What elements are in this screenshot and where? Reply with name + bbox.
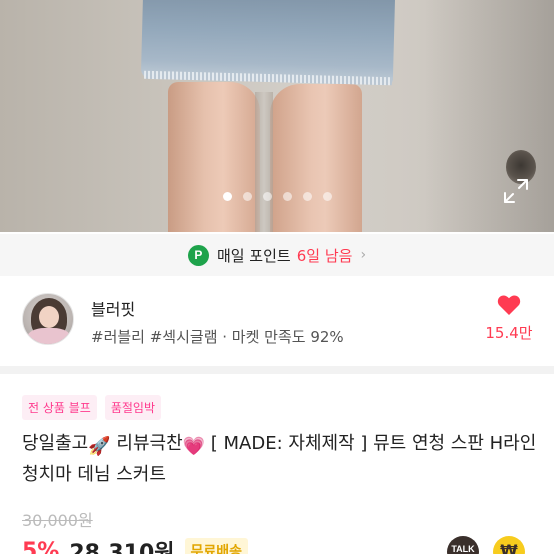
carousel-dot[interactable] [262,192,272,201]
title-text-1: 당일출고 [22,433,89,454]
discount-rate: 5% [22,538,60,554]
carousel-dot[interactable] [322,192,332,201]
avatar-face [39,306,59,328]
carousel-dot[interactable] [222,192,232,201]
badge-low-stock: 품절임박 [104,395,162,420]
rocket-icon: 🚀 [88,436,111,457]
section-divider [0,366,554,374]
free-shipping-badge: 무료배송 [184,538,249,554]
carousel-dot[interactable] [242,192,252,201]
kakao-talk-button[interactable]: TALK [447,536,479,554]
favorite-count: 15.4만 [485,324,533,342]
product-title: 당일출고🚀 리뷰극찬💗 [ MADE: 자체제작 ] 뮤트 연청 스판 H라인 … [22,430,542,489]
points-label: 매일 포인트 [216,246,291,265]
points-icon: P [187,244,209,266]
favorite-button[interactable]: 15.4만 [480,294,538,344]
chevron-right-icon: › [360,247,367,263]
original-price: 30,000원 [22,511,93,530]
carousel-indicator [0,192,554,204]
model-leg-right [270,84,362,232]
model-leg-left [168,82,260,232]
shop-avatar[interactable] [22,293,74,345]
pink-heart-icon: 💗 [182,436,206,457]
kakao-pay-button[interactable]: ₩ [493,536,525,554]
shop-info[interactable]: 블러핏 #러블리 #섹시글램 · 마켓 만족도 92% 15.4만 [0,276,554,366]
heart-icon [497,295,521,315]
shop-name[interactable]: 블러핏 [91,296,135,320]
points-days-left: 6일 남음 [296,246,353,265]
product-badges: 전 상품 블프 품절임박 [22,395,162,420]
product-image[interactable] [0,0,554,232]
sale-price: 28,310원 [69,541,175,554]
badge-black-friday: 전 상품 블프 [22,395,97,420]
price-row: 5% 28,310원 무료배송 [22,536,249,554]
expand-icon[interactable] [503,178,529,204]
carousel-dot[interactable] [302,192,312,201]
leg-gap [255,92,273,232]
avatar-body [27,328,71,344]
shop-tags: #러블리 #섹시글램 · 마켓 만족도 92% [91,328,344,346]
daily-points-banner[interactable]: P 매일 포인트 6일 남음 › [0,234,554,276]
carousel-dot[interactable] [282,192,292,201]
title-text-2: 리뷰극찬 [110,433,183,454]
